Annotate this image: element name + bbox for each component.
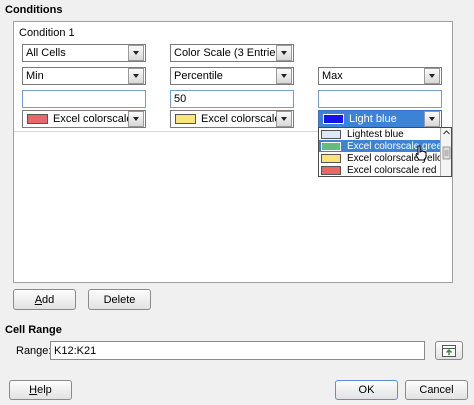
hand-cursor-icon — [415, 145, 427, 161]
applies-to-value: All Cells — [26, 47, 66, 59]
min-color-select[interactable]: Excel colorscale red — [22, 110, 146, 128]
shrink-icon — [442, 344, 456, 357]
max-type-value: Max — [322, 70, 343, 82]
max-color-selected: Light blue — [319, 111, 424, 127]
mid-value-text: 50 — [174, 93, 187, 105]
color-dropdown-list[interactable]: Lightest blue Excel colorscale green Exc… — [318, 127, 452, 177]
chevron-down-icon[interactable] — [424, 68, 440, 84]
ok-button[interactable]: OK — [335, 380, 398, 400]
dropdown-item-label: Excel colorscale yellow — [347, 152, 450, 164]
cancel-label: Cancel — [419, 384, 454, 396]
condition-type-value: Color Scale (3 Entries) — [174, 47, 276, 59]
dropdown-item-label: Excel colorscale green — [347, 140, 448, 152]
cell-range-title: Cell Range — [5, 324, 62, 336]
help-rest: elp — [37, 384, 52, 396]
chevron-down-icon[interactable] — [276, 68, 292, 84]
min-value-input[interactable] — [22, 90, 146, 108]
range-input[interactable]: K12:K21 — [50, 341, 425, 360]
chevron-down-icon[interactable] — [128, 68, 144, 84]
color-swatch — [175, 114, 196, 124]
chevron-down-icon[interactable] — [128, 45, 144, 61]
delete-button[interactable]: Delete — [88, 289, 151, 310]
color-swatch — [321, 141, 341, 151]
chevron-down-icon[interactable] — [424, 111, 440, 127]
dropdown-item-excel-colorscale-red[interactable]: Excel colorscale red — [319, 164, 440, 176]
scrollbar-icon — [442, 130, 451, 160]
condition-type-select[interactable]: Color Scale (3 Entries) — [170, 44, 294, 62]
chevron-down-icon[interactable] — [276, 45, 292, 61]
applies-to-select[interactable]: All Cells — [22, 44, 146, 62]
color-swatch — [27, 114, 48, 124]
min-type-value: Min — [26, 70, 44, 82]
mid-color-select[interactable]: Excel colorscale yello — [170, 110, 294, 128]
range-value: K12:K21 — [54, 344, 97, 357]
max-value-input[interactable] — [318, 90, 442, 108]
ok-label: OK — [358, 384, 375, 396]
chevron-down-icon[interactable] — [276, 111, 292, 127]
color-swatch — [321, 153, 341, 163]
dropdown-item-label: Excel colorscale red — [347, 164, 437, 176]
max-color-select[interactable]: Light blue — [318, 110, 442, 128]
help-accel: H — [29, 384, 38, 396]
dropdown-item-lightest-blue[interactable]: Lightest blue — [319, 128, 440, 140]
mid-value-input[interactable]: 50 — [170, 90, 294, 108]
color-swatch — [321, 129, 341, 139]
color-swatch — [321, 165, 341, 175]
delete-label: Delete — [103, 293, 136, 306]
min-type-select[interactable]: Min — [22, 67, 146, 85]
mid-type-value: Percentile — [174, 70, 223, 82]
dropdown-scrollbar[interactable] — [440, 128, 451, 176]
cancel-button[interactable]: Cancel — [405, 380, 468, 400]
mid-type-select[interactable]: Percentile — [170, 67, 294, 85]
min-color-label: Excel colorscale red — [53, 113, 128, 125]
dropdown-item-label: Lightest blue — [347, 128, 404, 140]
conditions-title: Conditions — [5, 4, 63, 16]
range-picker-button[interactable] — [435, 341, 463, 360]
add-accel: A — [34, 293, 43, 306]
max-color-label: Light blue — [349, 113, 397, 125]
chevron-down-icon[interactable] — [128, 111, 144, 127]
add-button[interactable]: Add — [13, 289, 76, 310]
mid-color-label: Excel colorscale yello — [201, 113, 276, 125]
max-type-select[interactable]: Max — [318, 67, 442, 85]
color-swatch — [323, 114, 344, 124]
range-label: Range: — [16, 345, 52, 357]
add-rest: dd — [42, 293, 55, 306]
condition-label: Condition 1 — [19, 27, 75, 39]
help-button[interactable]: Help — [9, 380, 72, 400]
